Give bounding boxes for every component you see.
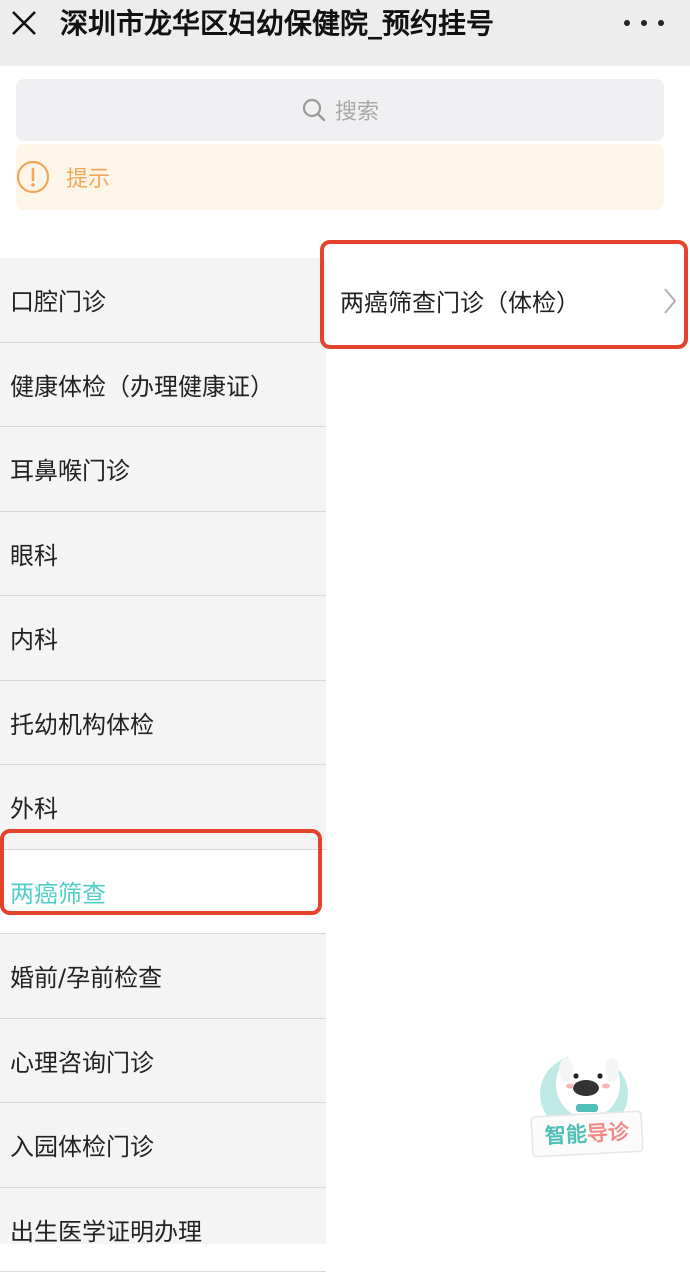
sidebar-item-label: 出生医学证明办理 bbox=[10, 1212, 202, 1247]
sidebar-item-label: 托幼机构体检 bbox=[10, 705, 154, 740]
sidebar-item-label: 眼科 bbox=[10, 536, 58, 571]
sidebar-item-label: 口腔门诊 bbox=[10, 282, 106, 317]
sidebar-item-label: 两癌筛查 bbox=[10, 874, 106, 909]
info-icon bbox=[16, 160, 50, 194]
sidebar-item-premarital-check[interactable]: 婚前/孕前检查 bbox=[0, 934, 326, 1019]
department-sidebar: 口腔门诊 健康体检（办理健康证） 耳鼻喉门诊 眼科 内科 托幼机构体检 外科 两… bbox=[0, 258, 326, 1244]
close-icon[interactable] bbox=[10, 9, 38, 37]
sidebar-item-label: 健康体检（办理健康证） bbox=[10, 367, 274, 402]
clinic-label: 两癌筛查门诊（体检） bbox=[340, 283, 580, 318]
search-input[interactable]: 搜索 bbox=[16, 79, 664, 141]
sidebar-item-cancer-screening[interactable]: 两癌筛查 bbox=[0, 850, 326, 935]
sidebar-item-label: 外科 bbox=[10, 789, 58, 824]
search-icon bbox=[301, 97, 327, 123]
search-placeholder: 搜索 bbox=[335, 94, 379, 126]
smart-guide-label-part2: 导诊 bbox=[586, 1120, 629, 1146]
top-bar: 深圳市龙华区妇幼保健院_预约挂号 bbox=[0, 0, 690, 66]
smart-guide-label-part1: 智能 bbox=[544, 1122, 587, 1148]
sidebar-item-psychology[interactable]: 心理咨询门诊 bbox=[0, 1019, 326, 1104]
sidebar-item-surgery[interactable]: 外科 bbox=[0, 765, 326, 850]
smart-guide-label: 智能导诊 bbox=[531, 1111, 643, 1157]
sidebar-item-label: 耳鼻喉门诊 bbox=[10, 451, 130, 486]
page-title: 深圳市龙华区妇幼保健院_预约挂号 bbox=[60, 4, 494, 44]
more-icon[interactable] bbox=[624, 16, 664, 30]
search-area: 搜索 提示 bbox=[0, 66, 690, 224]
sidebar-item-label: 心理咨询门诊 bbox=[10, 1043, 154, 1078]
sidebar-item-label: 入园体检门诊 bbox=[10, 1127, 154, 1162]
sidebar-item-ent[interactable]: 耳鼻喉门诊 bbox=[0, 427, 326, 512]
sidebar-item-health-check[interactable]: 健康体检（办理健康证） bbox=[0, 343, 326, 428]
sidebar-item-ophthalmology[interactable]: 眼科 bbox=[0, 512, 326, 597]
sidebar-item-oral[interactable]: 口腔门诊 bbox=[0, 258, 326, 343]
sidebar-item-kindergarten-check[interactable]: 入园体检门诊 bbox=[0, 1103, 326, 1188]
hint-label: 提示 bbox=[66, 161, 110, 193]
smart-guide-button[interactable]: 智能导诊 bbox=[526, 1040, 648, 1166]
sidebar-item-internal-medicine[interactable]: 内科 bbox=[0, 596, 326, 681]
sidebar-item-nursery-check[interactable]: 托幼机构体检 bbox=[0, 681, 326, 766]
sidebar-item-label: 内科 bbox=[10, 620, 58, 655]
clinic-item-cancer-screening[interactable]: 两癌筛查门诊（体检） bbox=[326, 258, 690, 342]
chevron-right-icon bbox=[662, 286, 678, 316]
hint-banner[interactable]: 提示 bbox=[16, 144, 664, 210]
sidebar-item-birth-certificate[interactable]: 出生医学证明办理 bbox=[0, 1188, 326, 1272]
sidebar-item-label: 婚前/孕前检查 bbox=[10, 958, 162, 993]
